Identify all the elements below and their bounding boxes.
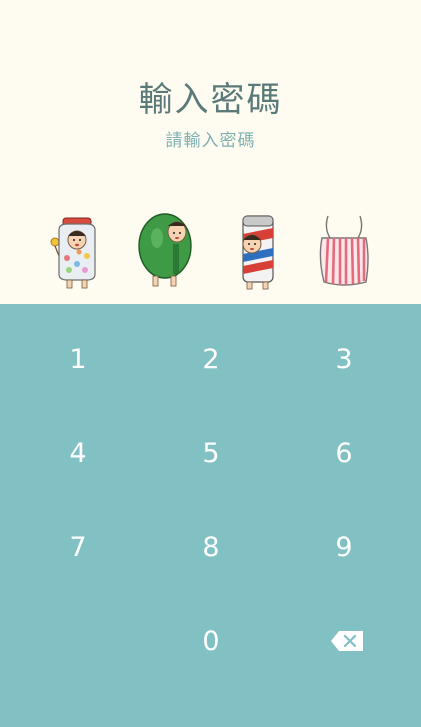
key-0[interactable]: 0 xyxy=(141,594,281,688)
drink-can-character-icon xyxy=(242,215,274,290)
key-7[interactable]: 7 xyxy=(8,500,148,594)
key-2[interactable]: 2 xyxy=(141,312,281,406)
pin-indicator-row xyxy=(0,208,421,294)
page-subtitle: 請輸入密碼 xyxy=(165,131,256,151)
key-3[interactable]: 3 xyxy=(274,312,414,406)
keypad: 1 2 3 4 5 6 7 8 9 0 xyxy=(0,304,421,727)
striped-plastic-bag-icon xyxy=(319,215,369,286)
key-4[interactable]: 4 xyxy=(8,406,148,500)
header-panel: 輸入密碼 請輸入密碼 xyxy=(0,0,421,304)
candy-jar-character-icon xyxy=(50,217,96,289)
key-6[interactable]: 6 xyxy=(274,406,414,500)
backspace-icon xyxy=(331,631,363,651)
key-8[interactable]: 8 xyxy=(141,500,281,594)
page-title: 輸入密碼 xyxy=(138,80,283,120)
backspace-button[interactable] xyxy=(277,594,417,688)
key-9[interactable]: 9 xyxy=(274,500,414,594)
key-5[interactable]: 5 xyxy=(141,406,281,500)
green-bean-character-icon xyxy=(138,213,192,287)
key-1[interactable]: 1 xyxy=(8,312,148,406)
